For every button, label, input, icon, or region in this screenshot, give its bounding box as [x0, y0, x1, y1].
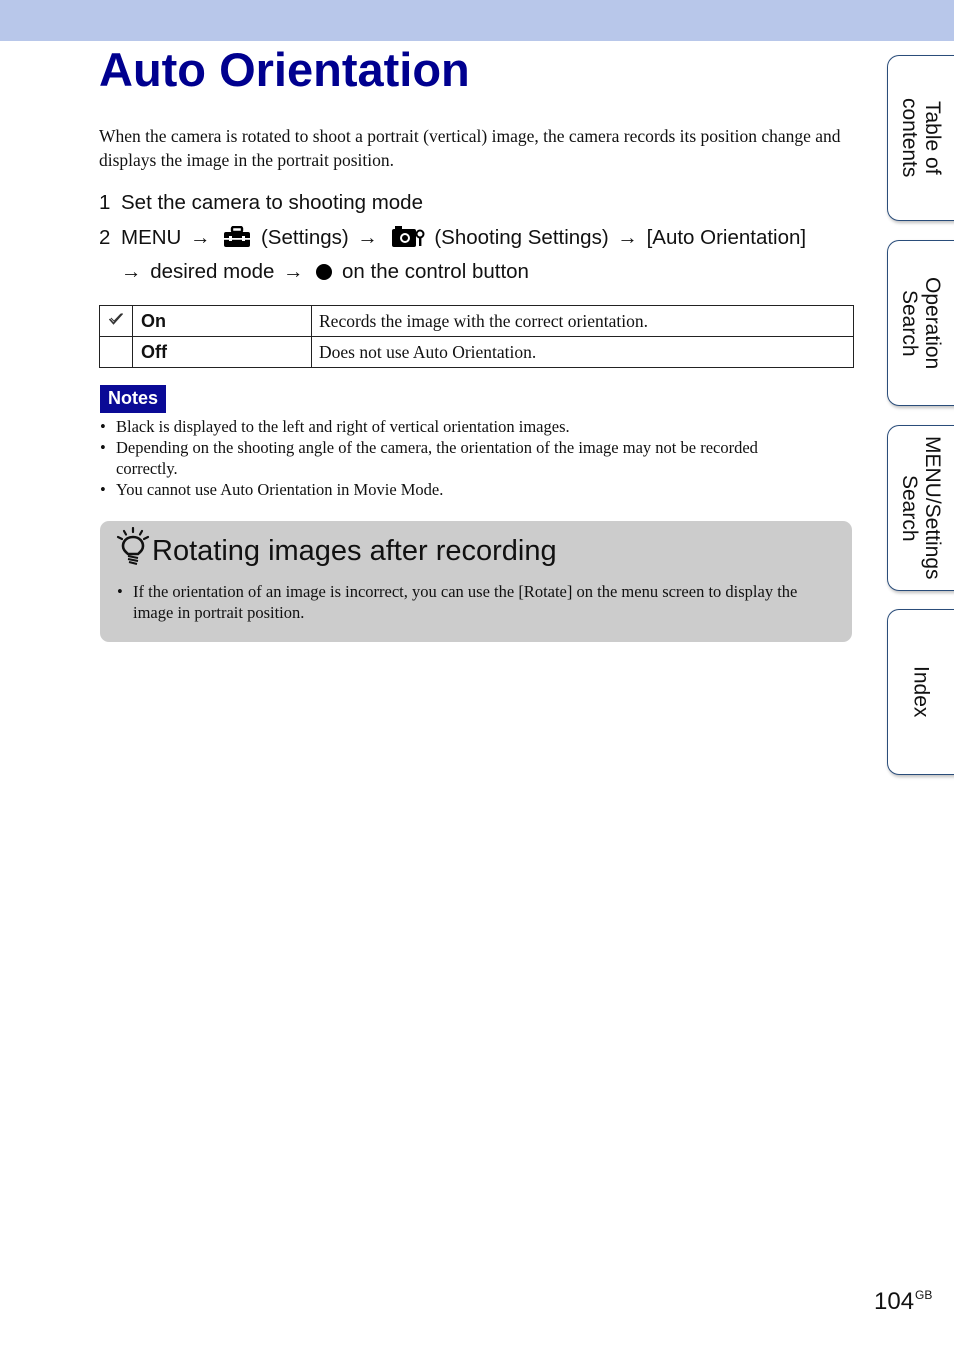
option-description: Records the image with the correct orien… — [311, 305, 854, 337]
option-description: Does not use Auto Orientation. — [311, 336, 854, 368]
arrow-icon: → — [190, 226, 211, 249]
steps: 1 Set the camera to shooting mode 2 MENU… — [99, 188, 859, 292]
hint-title: Rotating images after recording — [152, 535, 557, 567]
arrow-icon: → — [357, 226, 378, 249]
step-text: Set the camera to shooting mode — [121, 191, 423, 214]
default-cell — [99, 305, 133, 337]
page-number: 104GB — [874, 1288, 932, 1316]
list-item: Black is displayed to the left and right… — [99, 416, 819, 437]
menu-item-label: [Auto Orientation] — [646, 226, 807, 249]
page-number-value: 104 — [874, 1288, 915, 1315]
tab-table-of-contents[interactable]: Table of contents — [887, 55, 954, 221]
option-name: On — [132, 305, 312, 337]
option-name: Off — [132, 336, 312, 368]
list-item: Depending on the shooting angle of the c… — [99, 437, 819, 479]
tab-operation-search[interactable]: Operation Search — [887, 240, 954, 406]
step-1: 1 Set the camera to shooting mode — [99, 188, 859, 218]
menu-label: MENU — [121, 226, 182, 249]
tab-label: Operation Search — [898, 276, 944, 370]
notes-list: Black is displayed to the left and right… — [99, 416, 819, 500]
hint-box: Rotating images after recording If the o… — [100, 521, 852, 642]
header-band — [0, 0, 954, 41]
table-row: On Records the image with the correct or… — [99, 305, 854, 337]
step-2: 2 MENU → (Settings) → (Shooting Settings… — [99, 223, 859, 287]
tab-menu-settings-search[interactable]: MENU/Settings Search — [887, 425, 954, 591]
table-row: Off Does not use Auto Orientation. — [99, 336, 854, 368]
step-number: 2 — [99, 226, 111, 249]
desired-mode-label: desired mode — [150, 260, 275, 283]
tab-label: MENU/Settings Search — [898, 436, 944, 580]
page-title: Auto Orientation — [99, 43, 470, 96]
lightbulb-icon — [116, 526, 150, 575]
options-table: On Records the image with the correct or… — [99, 305, 854, 368]
toolbox-icon — [223, 225, 251, 257]
arrow-icon: → — [283, 260, 304, 283]
tab-label: Table of contents — [898, 98, 944, 178]
tab-index[interactable]: Index — [887, 609, 954, 775]
page-number-suffix: GB — [915, 1288, 933, 1302]
hint-list: If the orientation of an image is incorr… — [116, 581, 836, 623]
tab-label: Index — [909, 666, 933, 718]
shooting-settings-label: (Shooting Settings) — [434, 226, 609, 249]
arrow-icon: → — [617, 226, 638, 249]
filled-circle-icon — [316, 264, 333, 280]
step-number: 1 — [99, 191, 111, 214]
arrow-icon: → — [121, 260, 142, 283]
intro-paragraph: When the camera is rotated to shoot a po… — [99, 126, 841, 170]
list-item: You cannot use Auto Orientation in Movie… — [99, 479, 819, 500]
notes-badge: Notes — [100, 385, 166, 413]
camera-wrench-icon — [391, 224, 425, 257]
list-item: If the orientation of an image is incorr… — [116, 581, 836, 623]
checkmark-icon — [108, 312, 124, 330]
settings-label: (Settings) — [260, 226, 349, 249]
control-button-label: on the control button — [342, 260, 529, 283]
default-cell — [99, 336, 133, 368]
